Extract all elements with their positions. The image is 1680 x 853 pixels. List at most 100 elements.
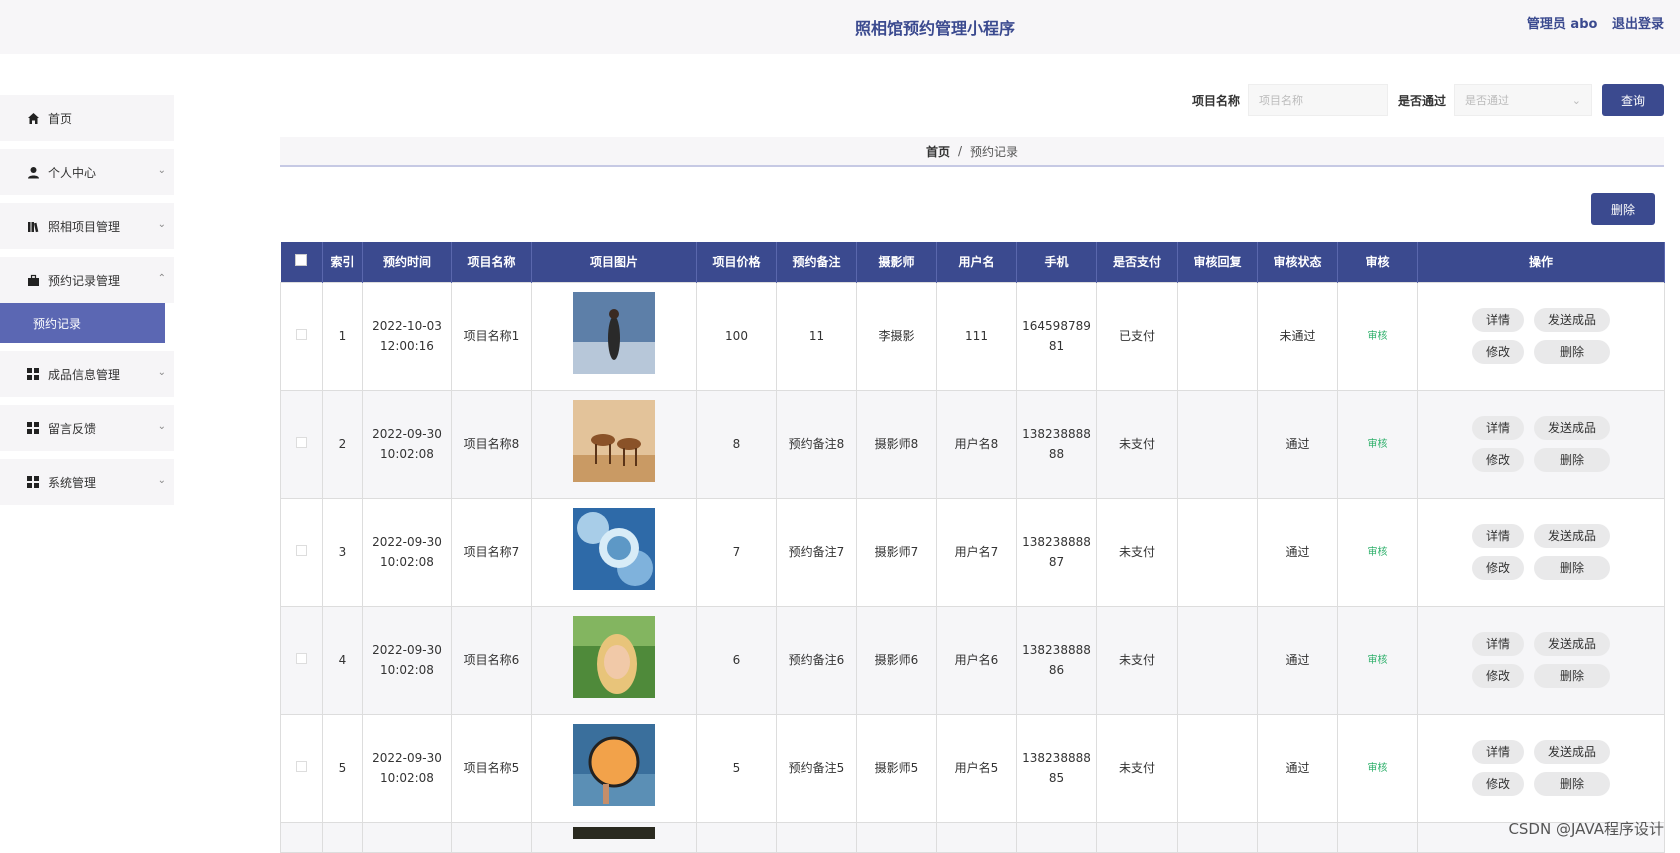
cell-time: 2022-09-30 10:02:08 (363, 498, 452, 606)
user-icon (26, 165, 40, 179)
delete-button[interactable]: 删除 (1534, 664, 1610, 688)
detail-button[interactable]: 详情 (1472, 416, 1524, 440)
send-product-button[interactable]: 发送成品 (1534, 416, 1610, 440)
app-title: 照相馆预约管理小程序 (0, 15, 1680, 39)
send-product-button[interactable]: 发送成品 (1534, 632, 1610, 656)
edit-button[interactable]: 修改 (1472, 448, 1524, 472)
cell-reply (1178, 282, 1258, 390)
sidebar-item-feedback[interactable]: 留言反馈 ⌄ (0, 405, 174, 451)
cell-phone: 16459878981 (1017, 282, 1097, 390)
cell-remark: 预约备注5 (777, 714, 857, 822)
table-row: 5 2022-09-30 10:02:08 项目名称5 5 预约备注5 摄影师5… (281, 714, 1665, 822)
top-bar: 照相馆预约管理小程序 管理员 abo 退出登录 (0, 0, 1680, 54)
cell-project-name: 项目名称6 (452, 606, 532, 714)
cell-photographer: 摄影师5 (857, 714, 937, 822)
column-header: 项目名称 (452, 242, 532, 282)
row-actions: 详情 发送成品 修改 删除 (1422, 416, 1660, 472)
cell-paid: 未支付 (1097, 498, 1178, 606)
audit-link[interactable]: 审核 (1368, 439, 1388, 450)
row-checkbox[interactable] (296, 437, 307, 448)
cell-price: 7 (697, 498, 777, 606)
cell-time: 2022-09-30 10:02:08 (363, 606, 452, 714)
column-header: 索引 (323, 242, 363, 282)
column-header: 项目价格 (697, 242, 777, 282)
row-checkbox[interactable] (296, 653, 307, 664)
detail-button[interactable]: 详情 (1472, 524, 1524, 548)
detail-button[interactable]: 详情 (1472, 632, 1524, 656)
cell-status: 未通过 (1258, 282, 1338, 390)
detail-button[interactable]: 详情 (1472, 308, 1524, 332)
audit-link[interactable]: 审核 (1368, 331, 1388, 342)
logout-link[interactable]: 退出登录 (1612, 17, 1664, 32)
cell-project-name: 项目名称8 (452, 390, 532, 498)
admin-user-label: 管理员 abo (1527, 17, 1598, 32)
sidebar-subitem-reservation-records[interactable]: 预约记录 (0, 303, 165, 343)
cell-paid: 未支付 (1097, 714, 1178, 822)
search-bar: 项目名称 项目名称 是否通过 是否通过 ⌄ 查询 (1182, 84, 1664, 116)
audit-link[interactable]: 审核 (1368, 763, 1388, 774)
edit-button[interactable]: 修改 (1472, 664, 1524, 688)
select-all-checkbox[interactable] (295, 254, 307, 266)
sidebar-item-projects[interactable]: 照相项目管理 ⌄ (0, 203, 174, 249)
row-checkbox[interactable] (296, 761, 307, 772)
project-name-input[interactable]: 项目名称 (1248, 84, 1388, 116)
cell-price: 8 (697, 390, 777, 498)
cell-remark: 预约备注7 (777, 498, 857, 606)
cell-price: 5 (697, 714, 777, 822)
table-header-row: 索引 预约时间 项目名称 项目图片 项目价格 预约备注 摄影师 用户名 手机 是… (281, 242, 1665, 282)
delete-button[interactable]: 删除 (1534, 556, 1610, 580)
row-checkbox[interactable] (296, 329, 307, 340)
cell-project-name: 项目名称1 (452, 282, 532, 390)
column-header: 项目图片 (532, 242, 697, 282)
query-button[interactable]: 查询 (1602, 84, 1664, 116)
column-header: 手机 (1017, 242, 1097, 282)
sidebar-item-label: 成品信息管理 (48, 366, 120, 383)
grid-icon (26, 421, 40, 435)
breadcrumb-home[interactable]: 首页 (926, 143, 950, 160)
chevron-down-icon: ⌄ (1572, 94, 1581, 107)
cell-username: 用户名8 (937, 390, 1017, 498)
sidebar-item-label: 首页 (48, 110, 72, 127)
table-row (281, 822, 1665, 852)
cell-time: 2022-10-03 12:00:16 (363, 282, 452, 390)
cell-status: 通过 (1258, 498, 1338, 606)
delete-button[interactable]: 删除 (1534, 772, 1610, 796)
audit-link[interactable]: 审核 (1368, 655, 1388, 666)
sidebar-item-personal[interactable]: 个人中心 ⌄ (0, 149, 174, 195)
send-product-button[interactable]: 发送成品 (1534, 524, 1610, 548)
cell-remark: 预约备注6 (777, 606, 857, 714)
breadcrumb-current: 预约记录 (970, 143, 1018, 160)
cell-username: 用户名5 (937, 714, 1017, 822)
send-product-button[interactable]: 发送成品 (1534, 308, 1610, 332)
cell-reply (1178, 390, 1258, 498)
batch-delete-button[interactable]: 删除 (1591, 193, 1655, 225)
cell-photographer: 摄影师6 (857, 606, 937, 714)
column-header: 预约备注 (777, 242, 857, 282)
pass-status-select[interactable]: 是否通过 ⌄ (1454, 84, 1592, 116)
column-header: 操作 (1418, 242, 1665, 282)
audit-link[interactable]: 审核 (1368, 547, 1388, 558)
sidebar-item-system[interactable]: 系统管理 ⌄ (0, 459, 174, 505)
delete-button[interactable]: 删除 (1534, 448, 1610, 472)
pass-status-label: 是否通过 (1398, 92, 1446, 109)
cell-time: 2022-09-30 10:02:08 (363, 390, 452, 498)
project-image (573, 508, 655, 590)
delete-button[interactable]: 删除 (1534, 340, 1610, 364)
project-image (573, 616, 655, 698)
edit-button[interactable]: 修改 (1472, 340, 1524, 364)
send-product-button[interactable]: 发送成品 (1534, 740, 1610, 764)
sidebar-item-home[interactable]: 首页 (0, 95, 174, 141)
cell-photographer: 摄影师7 (857, 498, 937, 606)
sidebar-item-reservations[interactable]: 预约记录管理 ⌃ (0, 257, 174, 303)
cell-index: 2 (323, 390, 363, 498)
edit-button[interactable]: 修改 (1472, 772, 1524, 796)
sidebar-item-products[interactable]: 成品信息管理 ⌄ (0, 351, 174, 397)
cell-price: 100 (697, 282, 777, 390)
select-all-header[interactable] (281, 242, 323, 282)
row-checkbox[interactable] (296, 545, 307, 556)
table-row: 2 2022-09-30 10:02:08 项目名称8 8 预约备注8 摄影师8… (281, 390, 1665, 498)
column-header: 用户名 (937, 242, 1017, 282)
detail-button[interactable]: 详情 (1472, 740, 1524, 764)
cell-index: 4 (323, 606, 363, 714)
edit-button[interactable]: 修改 (1472, 556, 1524, 580)
